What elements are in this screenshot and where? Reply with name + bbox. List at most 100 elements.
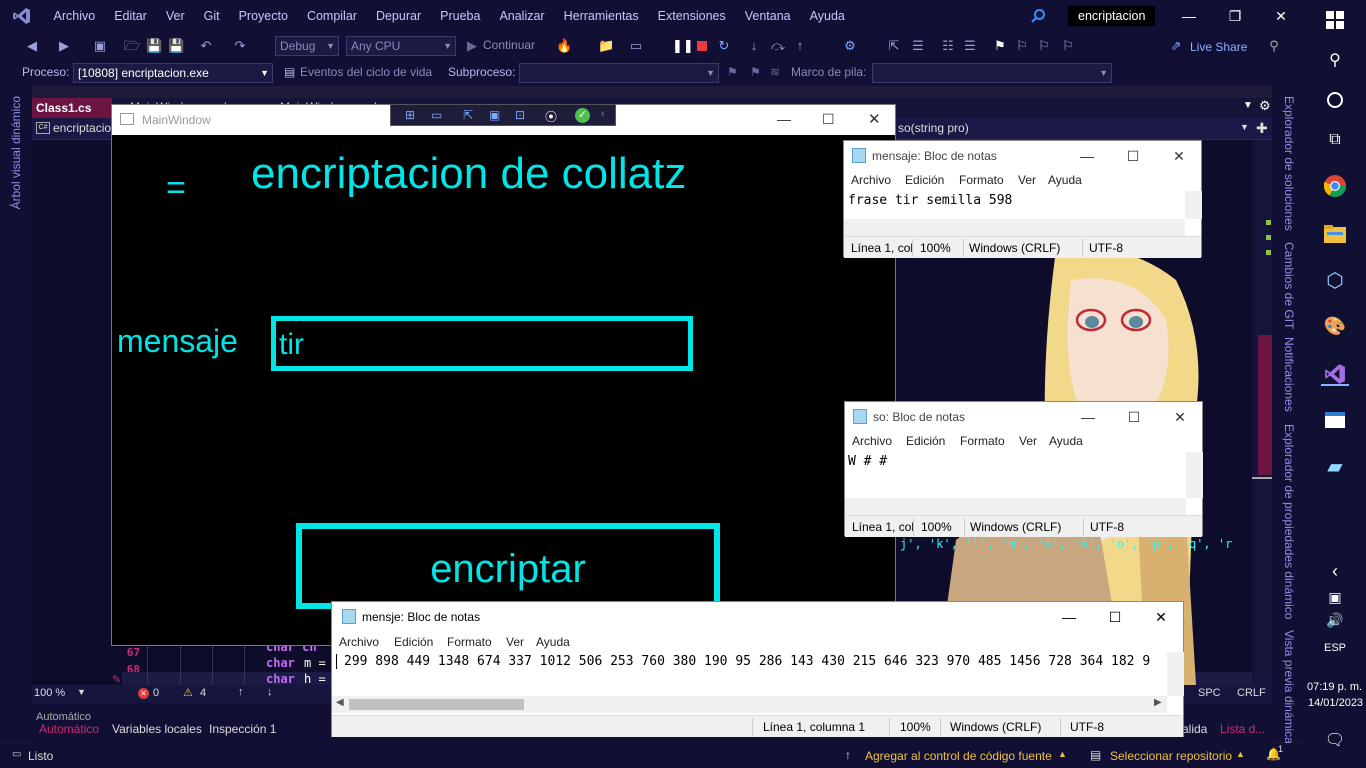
notepad-text-area[interactable]: 299 898 449 1348 674 337 1012 506 253 76…	[344, 654, 1166, 669]
message-input[interactable]: tir	[271, 316, 693, 371]
menu-editar[interactable]: Editar	[105, 0, 157, 32]
menu-herramientas[interactable]: Herramientas	[554, 0, 648, 32]
vertical-scrollbar[interactable]	[1185, 191, 1202, 219]
folder-icon[interactable]: 📁	[598, 38, 614, 54]
add-source-control-button[interactable]: Agregar al control de código fuente	[865, 749, 1052, 763]
process-select[interactable]: [10808] encriptacion.exe ▼	[73, 63, 273, 83]
error-icon[interactable]: ✕	[138, 688, 149, 699]
project-nav-select[interactable]: encriptacion	[53, 121, 118, 135]
windows-start-icon[interactable]	[1321, 6, 1349, 34]
close-icon[interactable]: ✕	[868, 110, 881, 128]
comment-icon[interactable]: ☰	[962, 38, 978, 54]
horizontal-scrollbar[interactable]	[844, 219, 1185, 236]
notepad-text-area[interactable]: frase tir semilla 598	[848, 193, 1012, 208]
scrollbar-thumb[interactable]	[1258, 335, 1272, 475]
hot-reload-icon[interactable]: 🔥	[556, 38, 572, 54]
menu-archivo[interactable]: Archivo	[44, 0, 105, 32]
binding-failures-icon[interactable]: ⦿	[545, 108, 561, 124]
input-language[interactable]: ESP	[1324, 642, 1346, 654]
go-to-live-visual-tree-icon[interactable]: ⊞	[405, 108, 421, 124]
notepad-taskbar-icon[interactable]: ▰	[1321, 452, 1349, 480]
menu-ayuda[interactable]: Ayuda	[1048, 173, 1082, 187]
editor-vertical-scrollbar[interactable]	[1252, 140, 1272, 685]
step-out-icon[interactable]: ↑	[792, 38, 808, 54]
save-icon[interactable]: 💾	[146, 38, 162, 54]
bookmark-clear-icon[interactable]: ⚐	[1060, 38, 1076, 54]
step-over-icon[interactable]: ⤼	[770, 38, 786, 54]
pause-icon[interactable]: ❚❚	[672, 38, 694, 54]
app-window-icon[interactable]	[1321, 406, 1349, 434]
settings-gear-icon[interactable]: ⚙	[1259, 98, 1271, 114]
menu-ayuda[interactable]: Ayuda	[800, 0, 854, 32]
close-icon[interactable]: ✕	[1258, 0, 1304, 32]
visual-studio-logo-icon[interactable]	[0, 0, 44, 32]
live-visual-tree-tab[interactable]: Árbol visual dinámico	[9, 96, 23, 209]
undo-icon[interactable]: ↶	[198, 38, 214, 54]
display-layout-adorners-icon[interactable]: ▣	[489, 108, 505, 124]
error-count[interactable]: 0	[153, 687, 159, 699]
show-hidden-icons-icon[interactable]: ‹	[1321, 557, 1349, 585]
collapse-toolbar-icon[interactable]: ‹	[601, 108, 617, 124]
menu-prueba[interactable]: Prueba	[431, 0, 490, 32]
close-icon[interactable]: ✕	[1138, 602, 1184, 632]
menu-archivo[interactable]: Archivo	[339, 635, 379, 649]
indent-icon[interactable]: ☰	[910, 38, 926, 54]
minimize-icon[interactable]: —	[1064, 141, 1110, 171]
feedback-icon[interactable]: ⚲	[1266, 38, 1282, 54]
outdent-icon[interactable]: ☷	[940, 38, 956, 54]
menu-edicion[interactable]: Edición	[394, 635, 433, 649]
flag-icon[interactable]: ⚑	[727, 65, 738, 79]
bookmark-next-icon[interactable]: ⚐	[1036, 38, 1052, 54]
vertical-scrollbar[interactable]	[1186, 452, 1203, 498]
back-icon[interactable]: ◀	[24, 38, 40, 54]
line-ending-indicator[interactable]: CRLF	[1237, 687, 1266, 699]
menu-ver[interactable]: Ver	[1018, 173, 1036, 187]
split-editor-icon[interactable]: ✚	[1256, 120, 1268, 137]
virtualbox-icon[interactable]: ⬡	[1321, 266, 1349, 294]
menu-ver[interactable]: Ver	[156, 0, 194, 32]
file-explorer-icon[interactable]	[1321, 220, 1349, 248]
menu-ver[interactable]: Ver	[506, 635, 524, 649]
thread-filter-icon[interactable]: ⚑	[750, 65, 761, 79]
tab-error-list[interactable]: Lista d...	[1220, 721, 1265, 737]
close-icon[interactable]: ✕	[1157, 402, 1203, 432]
forward-icon[interactable]: ▶	[56, 38, 72, 54]
redo-icon[interactable]: ↷	[232, 38, 248, 54]
bookmark-icon[interactable]: ⚑	[992, 38, 1008, 54]
notifications-tab[interactable]: Notificaciones	[1282, 337, 1296, 412]
warning-count[interactable]: 4	[200, 687, 206, 699]
stop-icon[interactable]	[697, 41, 707, 51]
zoom-select[interactable]: 100 %	[34, 687, 65, 699]
close-icon[interactable]: ✕	[1156, 141, 1202, 171]
hot-reload-status-icon[interactable]: ✓	[575, 108, 590, 123]
tab-class1[interactable]: Class1.cs ✚	[32, 98, 112, 134]
chrome-icon[interactable]	[1321, 172, 1349, 200]
threads-icon[interactable]: ≋	[770, 65, 780, 79]
continue-icon[interactable]: ▶	[464, 38, 480, 54]
new-project-icon[interactable]: ▣	[92, 38, 108, 54]
search-icon[interactable]	[1030, 8, 1046, 24]
maximize-icon[interactable]: ☐	[1110, 141, 1156, 171]
notepad-title-bar[interactable]: mensaje: Bloc de notas — ☐ ✕	[844, 141, 1201, 171]
menu-formato[interactable]: Formato	[959, 173, 1004, 187]
search-icon[interactable]: ⚲	[1321, 46, 1349, 74]
menu-archivo[interactable]: Archivo	[851, 173, 891, 187]
live-share-icon[interactable]: ⇗	[1168, 38, 1184, 54]
restart-icon[interactable]: ↻	[716, 38, 732, 54]
save-all-icon[interactable]: 💾	[168, 38, 184, 54]
solution-explorer-tab[interactable]: Explorador de soluciones	[1282, 96, 1296, 231]
chevron-down-icon[interactable]: ▼	[1240, 122, 1249, 132]
scroll-left-icon[interactable]: ◀	[336, 697, 344, 708]
action-center-icon[interactable]: 🗨	[1321, 726, 1349, 754]
menu-archivo[interactable]: Archivo	[852, 434, 892, 448]
lifecycle-icon[interactable]: ▤	[284, 65, 295, 79]
continue-button[interactable]: Continuar	[483, 38, 535, 52]
cortana-icon[interactable]	[1321, 86, 1349, 114]
whitespace-indicator[interactable]: SPC	[1198, 687, 1221, 699]
menu-edicion[interactable]: Edición	[905, 173, 944, 187]
menu-formato[interactable]: Formato	[960, 434, 1005, 448]
git-changes-tab[interactable]: Cambios de GIT	[1282, 242, 1296, 329]
menu-edicion[interactable]: Edición	[906, 434, 945, 448]
next-issue-icon[interactable]: ↓	[267, 686, 273, 698]
minimize-icon[interactable]: —	[1166, 0, 1212, 32]
